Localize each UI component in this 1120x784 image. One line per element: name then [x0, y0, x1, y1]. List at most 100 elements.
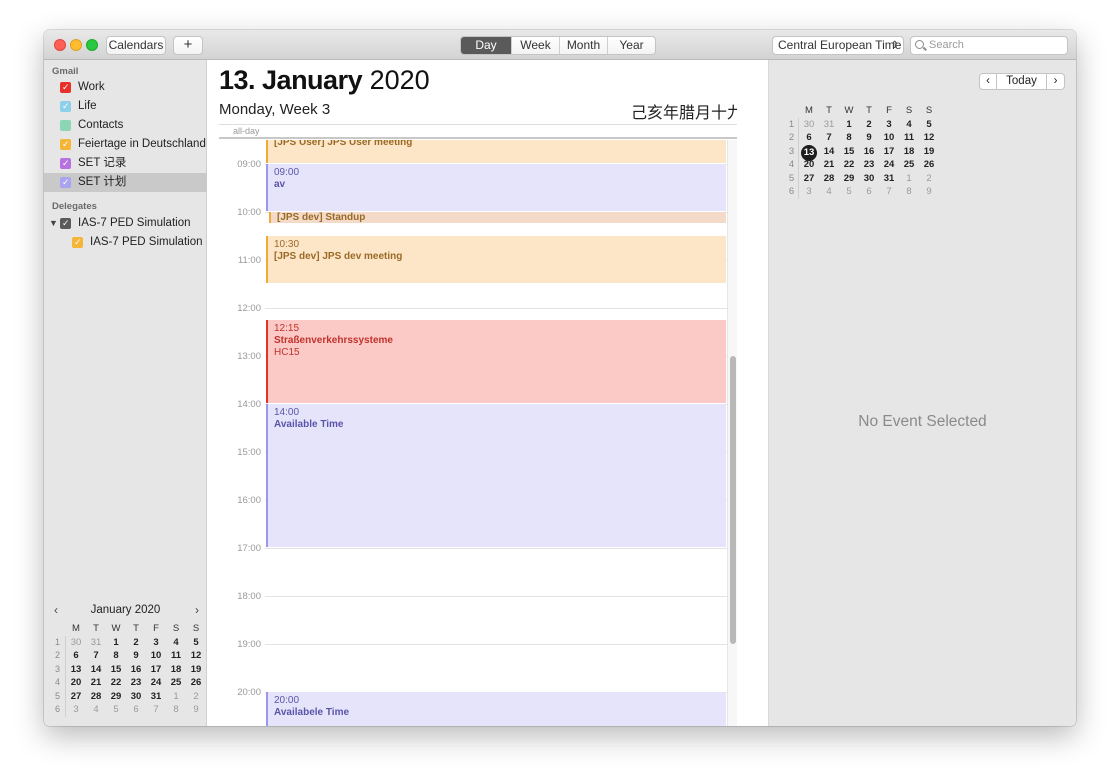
mini-day[interactable]: 14: [86, 663, 106, 677]
mini-day[interactable]: 23: [859, 158, 879, 172]
mini-day[interactable]: 14: [819, 145, 839, 159]
calendar-event[interactable]: 10:30 [JPS dev] JPS dev meeting: [266, 236, 726, 283]
scrollbar-thumb[interactable]: [730, 356, 736, 644]
search-input[interactable]: Search: [910, 36, 1068, 55]
mini-day[interactable]: 29: [839, 172, 859, 186]
mini-day[interactable]: 2: [859, 118, 879, 132]
zoom-window-button[interactable]: [86, 39, 98, 51]
mini-day[interactable]: 7: [819, 131, 839, 145]
mini-day[interactable]: 30: [799, 118, 819, 132]
mini-day[interactable]: 21: [819, 158, 839, 172]
tab-day[interactable]: Day: [461, 37, 511, 54]
mini-day[interactable]: 3: [799, 185, 819, 199]
next-day-button[interactable]: ›: [1047, 73, 1065, 90]
delegate-item[interactable]: ▼ ✓ IAS-7 PED Simulation: [44, 214, 207, 233]
add-event-button[interactable]: +: [173, 36, 203, 55]
calendar-checkbox[interactable]: [60, 120, 71, 131]
mini-day[interactable]: 10: [879, 131, 899, 145]
mini-day[interactable]: 10: [146, 649, 166, 663]
calendar-checkbox[interactable]: ✓: [60, 177, 71, 188]
mini-day[interactable]: 1: [899, 172, 919, 186]
mini-day[interactable]: 11: [166, 649, 186, 663]
mini-day[interactable]: 9: [126, 649, 146, 663]
calendar-event[interactable]: [JPS dev] Standup: [269, 212, 726, 223]
mini-day[interactable]: 30: [66, 636, 86, 650]
mini-day[interactable]: 26: [186, 676, 206, 690]
mini-day[interactable]: 1: [106, 636, 126, 650]
mini-day[interactable]: 30: [126, 690, 146, 704]
mini-day[interactable]: 1: [839, 118, 859, 132]
mini-day[interactable]: 8: [106, 649, 126, 663]
mini-day[interactable]: 1: [166, 690, 186, 704]
mini-day[interactable]: 11: [899, 131, 919, 145]
mini-day[interactable]: 6: [126, 703, 146, 717]
calendar-event[interactable]: 20:00 Availabele Time: [266, 692, 726, 726]
mini-day[interactable]: 22: [839, 158, 859, 172]
calendar-item[interactable]: Contacts: [44, 116, 207, 135]
mini-day[interactable]: 20: [799, 158, 819, 172]
mini-day[interactable]: 19: [186, 663, 206, 677]
calendar-item[interactable]: ✓ Work: [44, 78, 207, 97]
mini-day[interactable]: 31: [146, 690, 166, 704]
mini-day[interactable]: 13: [66, 663, 86, 677]
mini-day[interactable]: 4: [86, 703, 106, 717]
tab-month[interactable]: Month: [559, 37, 607, 54]
calendars-button[interactable]: Calendars: [106, 36, 166, 55]
mini-day[interactable]: 8: [166, 703, 186, 717]
mini-day[interactable]: 18: [166, 663, 186, 677]
timezone-select[interactable]: Central European Time ⇕: [772, 36, 904, 55]
mini-day[interactable]: 23: [126, 676, 146, 690]
mini-day[interactable]: 31: [819, 118, 839, 132]
mini-day[interactable]: 18: [899, 145, 919, 159]
mini-day[interactable]: 16: [859, 145, 879, 159]
mini-day[interactable]: 7: [86, 649, 106, 663]
calendar-item[interactable]: ✓ SET 记录: [44, 154, 207, 173]
calendar-item[interactable]: ✓ Feiertage in Deutschland: [44, 135, 207, 154]
mini-day[interactable]: 3: [66, 703, 86, 717]
mini-day[interactable]: 5: [839, 185, 859, 199]
mini-day[interactable]: 5: [186, 636, 206, 650]
all-day-row[interactable]: all-day: [219, 124, 737, 139]
close-window-button[interactable]: [54, 39, 66, 51]
mini-prev-month-button[interactable]: ‹: [54, 600, 58, 620]
vertical-scrollbar[interactable]: [727, 140, 737, 726]
calendar-item[interactable]: ✓ SET 计划: [44, 173, 207, 192]
calendar-checkbox[interactable]: ✓: [60, 139, 71, 150]
mini-day[interactable]: 4: [166, 636, 186, 650]
delegate-item[interactable]: ✓ IAS-7 PED Simulation: [44, 233, 207, 252]
mini-next-month-button[interactable]: ›: [195, 600, 199, 620]
calendar-checkbox[interactable]: ✓: [60, 101, 71, 112]
mini-day[interactable]: 15: [106, 663, 126, 677]
mini-day[interactable]: 5: [919, 118, 939, 132]
mini-day[interactable]: 17: [146, 663, 166, 677]
mini-day[interactable]: 8: [839, 131, 859, 145]
mini-day[interactable]: 17: [879, 145, 899, 159]
mini-day[interactable]: 8: [899, 185, 919, 199]
mini-day[interactable]: 20: [66, 676, 86, 690]
mini-day[interactable]: 9: [859, 131, 879, 145]
mini-day[interactable]: 27: [66, 690, 86, 704]
mini-day[interactable]: 21: [86, 676, 106, 690]
disclosure-triangle-icon[interactable]: ▼: [49, 214, 58, 233]
mini-day[interactable]: 6: [799, 131, 819, 145]
mini-day[interactable]: 3: [146, 636, 166, 650]
mini-day[interactable]: 19: [919, 145, 939, 159]
calendar-event[interactable]: 12:15 Straßenverkehrssysteme HC15: [266, 320, 726, 403]
mini-day[interactable]: 4: [819, 185, 839, 199]
mini-day[interactable]: 15: [839, 145, 859, 159]
mini-day[interactable]: 2: [919, 172, 939, 186]
mini-day[interactable]: 26: [919, 158, 939, 172]
mini-day[interactable]: 9: [919, 185, 939, 199]
mini-day[interactable]: 28: [819, 172, 839, 186]
mini-day[interactable]: 27: [799, 172, 819, 186]
calendar-event[interactable]: [JPS User] JPS User meeting: [266, 140, 726, 163]
mini-day[interactable]: 25: [899, 158, 919, 172]
tab-week[interactable]: Week: [511, 37, 559, 54]
mini-day[interactable]: 5: [106, 703, 126, 717]
delegate-checkbox[interactable]: ✓: [60, 218, 71, 229]
mini-day[interactable]: 24: [146, 676, 166, 690]
mini-day[interactable]: 16: [126, 663, 146, 677]
prev-day-button[interactable]: ‹: [979, 73, 997, 90]
mini-day[interactable]: 2: [186, 690, 206, 704]
calendar-event[interactable]: 14:00 Available Time: [266, 404, 726, 547]
